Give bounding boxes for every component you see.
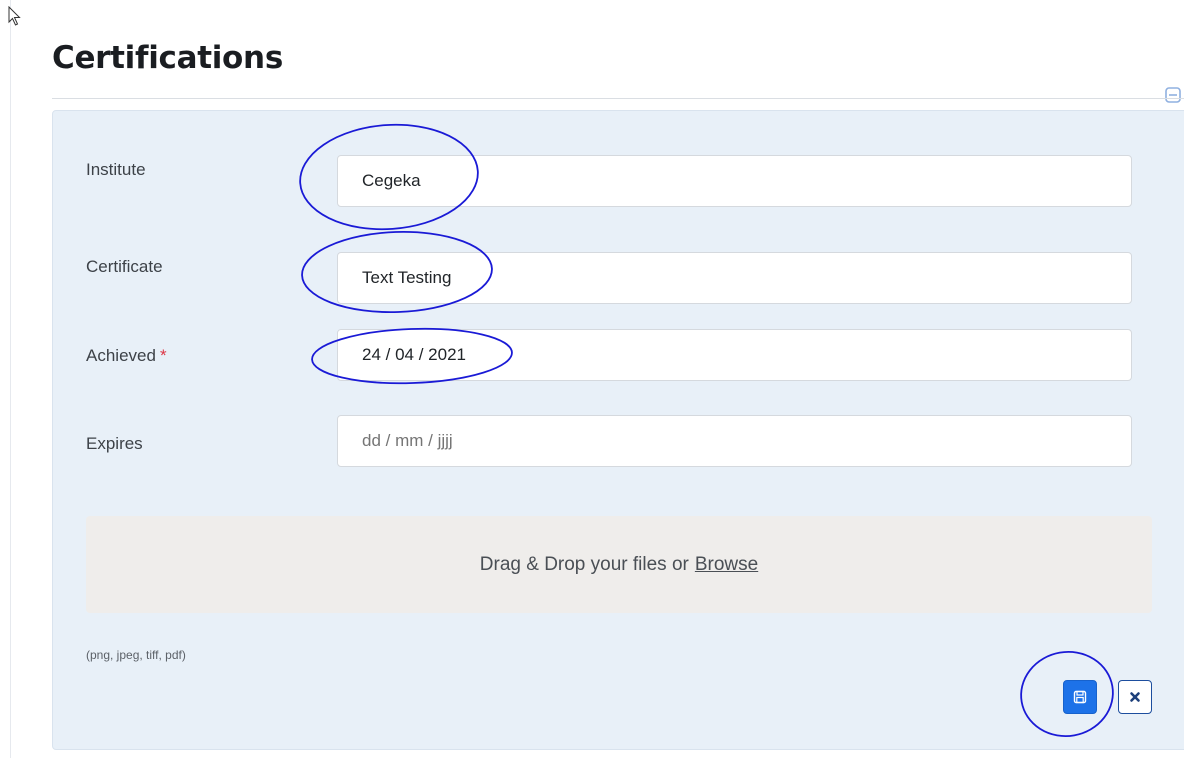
expires-date-input[interactable] xyxy=(337,415,1132,467)
required-marker: * xyxy=(159,346,167,365)
certificate-label: Certificate xyxy=(86,257,163,276)
institute-label: Institute xyxy=(86,160,146,179)
achieved-label: Achieved * xyxy=(86,346,167,366)
institute-input[interactable] xyxy=(337,155,1132,207)
save-button[interactable] xyxy=(1063,680,1097,714)
dropzone-text: Drag & Drop your files or xyxy=(479,553,689,575)
x-icon xyxy=(1130,692,1140,702)
certificate-input[interactable] xyxy=(337,252,1132,304)
mouse-cursor-icon xyxy=(8,6,21,26)
browse-link[interactable]: Browse xyxy=(695,554,758,576)
accepted-file-types: (png, jpeg, tiff, pdf) xyxy=(86,648,186,662)
collapse-icon[interactable] xyxy=(1164,86,1182,104)
expires-label: Expires xyxy=(86,434,143,453)
file-dropzone[interactable]: Drag & Drop your files or Browse xyxy=(86,516,1152,613)
page-title: Certifications xyxy=(52,40,283,76)
achieved-date-input[interactable] xyxy=(337,329,1132,381)
left-divider xyxy=(10,0,11,758)
title-divider xyxy=(52,98,1184,99)
floppy-disk-icon xyxy=(1073,690,1087,704)
cancel-button[interactable] xyxy=(1118,680,1152,714)
achieved-label-text: Achieved xyxy=(86,346,156,365)
